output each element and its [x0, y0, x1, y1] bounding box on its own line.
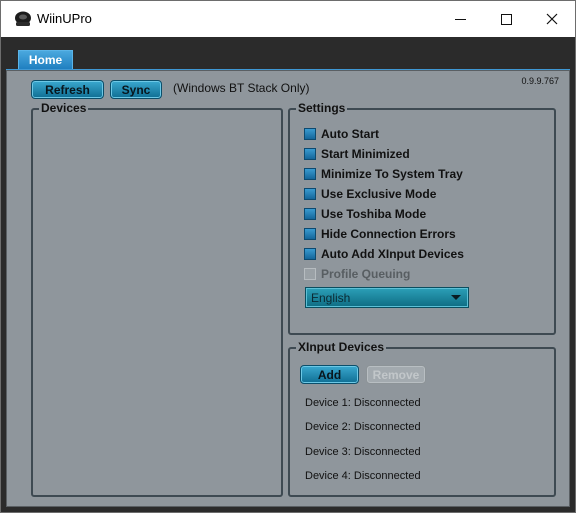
home-panel: 0.9.9.767 Refresh Sync (Windows BT Stack…: [6, 70, 570, 507]
auto-add-xinput-option[interactable]: Auto Add XInput Devices: [304, 246, 464, 262]
minimize-to-tray-checkbox[interactable]: [304, 168, 316, 180]
exclusive-mode-checkbox[interactable]: [304, 188, 316, 200]
profile-queuing-checkbox: [304, 268, 316, 280]
remove-xinput-button: Remove: [366, 365, 426, 384]
window-title: WiinUPro: [37, 11, 92, 26]
client-area: Home 0.9.9.767 Refresh Sync (Windows BT …: [1, 37, 575, 512]
minimize-button[interactable]: [437, 1, 483, 37]
devices-title: Devices: [39, 101, 89, 115]
minimize-to-tray-label: Minimize To System Tray: [321, 167, 463, 181]
auto-add-xinput-checkbox[interactable]: [304, 248, 316, 260]
toshiba-mode-option[interactable]: Use Toshiba Mode: [304, 206, 426, 222]
hide-errors-option[interactable]: Hide Connection Errors: [304, 226, 456, 242]
settings-title: Settings: [296, 101, 348, 115]
app-window: WiinUPro Home 0.9.9.767 Refresh Sync (Wi…: [0, 0, 576, 513]
tab-home[interactable]: Home: [18, 50, 73, 70]
minimize-icon: [454, 18, 466, 20]
chevron-down-icon: [451, 295, 461, 300]
language-select[interactable]: English: [305, 287, 469, 308]
language-value: English: [311, 290, 351, 305]
toshiba-mode-label: Use Toshiba Mode: [321, 207, 427, 221]
profile-queuing-option: Profile Queuing: [304, 266, 410, 282]
xinput-device-4: Device 4: Disconnected: [305, 470, 421, 482]
title-bar[interactable]: WiinUPro: [1, 1, 575, 37]
maximize-icon: [500, 13, 512, 25]
bt-stack-note: (Windows BT Stack Only): [173, 81, 310, 95]
exclusive-mode-label: Use Exclusive Mode: [321, 187, 437, 201]
app-logo-icon: [15, 11, 31, 26]
auto-start-checkbox[interactable]: [304, 128, 316, 140]
xinput-device-3: Device 3: Disconnected: [305, 446, 421, 458]
devices-group[interactable]: Devices: [31, 101, 283, 497]
close-button[interactable]: [529, 1, 575, 37]
hide-errors-label: Hide Connection Errors: [321, 227, 456, 241]
auto-add-xinput-label: Auto Add XInput Devices: [321, 247, 464, 261]
sync-button[interactable]: Sync: [110, 80, 162, 99]
auto-start-label: Auto Start: [321, 127, 379, 141]
start-minimized-option[interactable]: Start Minimized: [304, 146, 410, 162]
version-label: 0.9.9.767: [521, 76, 559, 86]
profile-queuing-label: Profile Queuing: [321, 267, 411, 281]
toshiba-mode-checkbox[interactable]: [304, 208, 316, 220]
start-minimized-label: Start Minimized: [321, 147, 410, 161]
xinput-device-2: Device 2: Disconnected: [305, 421, 421, 433]
close-icon: [546, 13, 558, 25]
xinput-group: XInput Devices Add Remove Device 1: Disc…: [288, 340, 556, 497]
xinput-title: XInput Devices: [296, 340, 387, 354]
hide-errors-checkbox[interactable]: [304, 228, 316, 240]
minimize-to-tray-option[interactable]: Minimize To System Tray: [304, 166, 463, 182]
refresh-button[interactable]: Refresh: [31, 80, 104, 99]
exclusive-mode-option[interactable]: Use Exclusive Mode: [304, 186, 436, 202]
settings-group: Settings Auto Start Start Minimized Mini…: [288, 101, 556, 335]
add-xinput-button[interactable]: Add: [300, 365, 359, 384]
auto-start-option[interactable]: Auto Start: [304, 126, 379, 142]
maximize-button[interactable]: [483, 1, 529, 37]
xinput-device-1: Device 1: Disconnected: [305, 397, 421, 409]
start-minimized-checkbox[interactable]: [304, 148, 316, 160]
